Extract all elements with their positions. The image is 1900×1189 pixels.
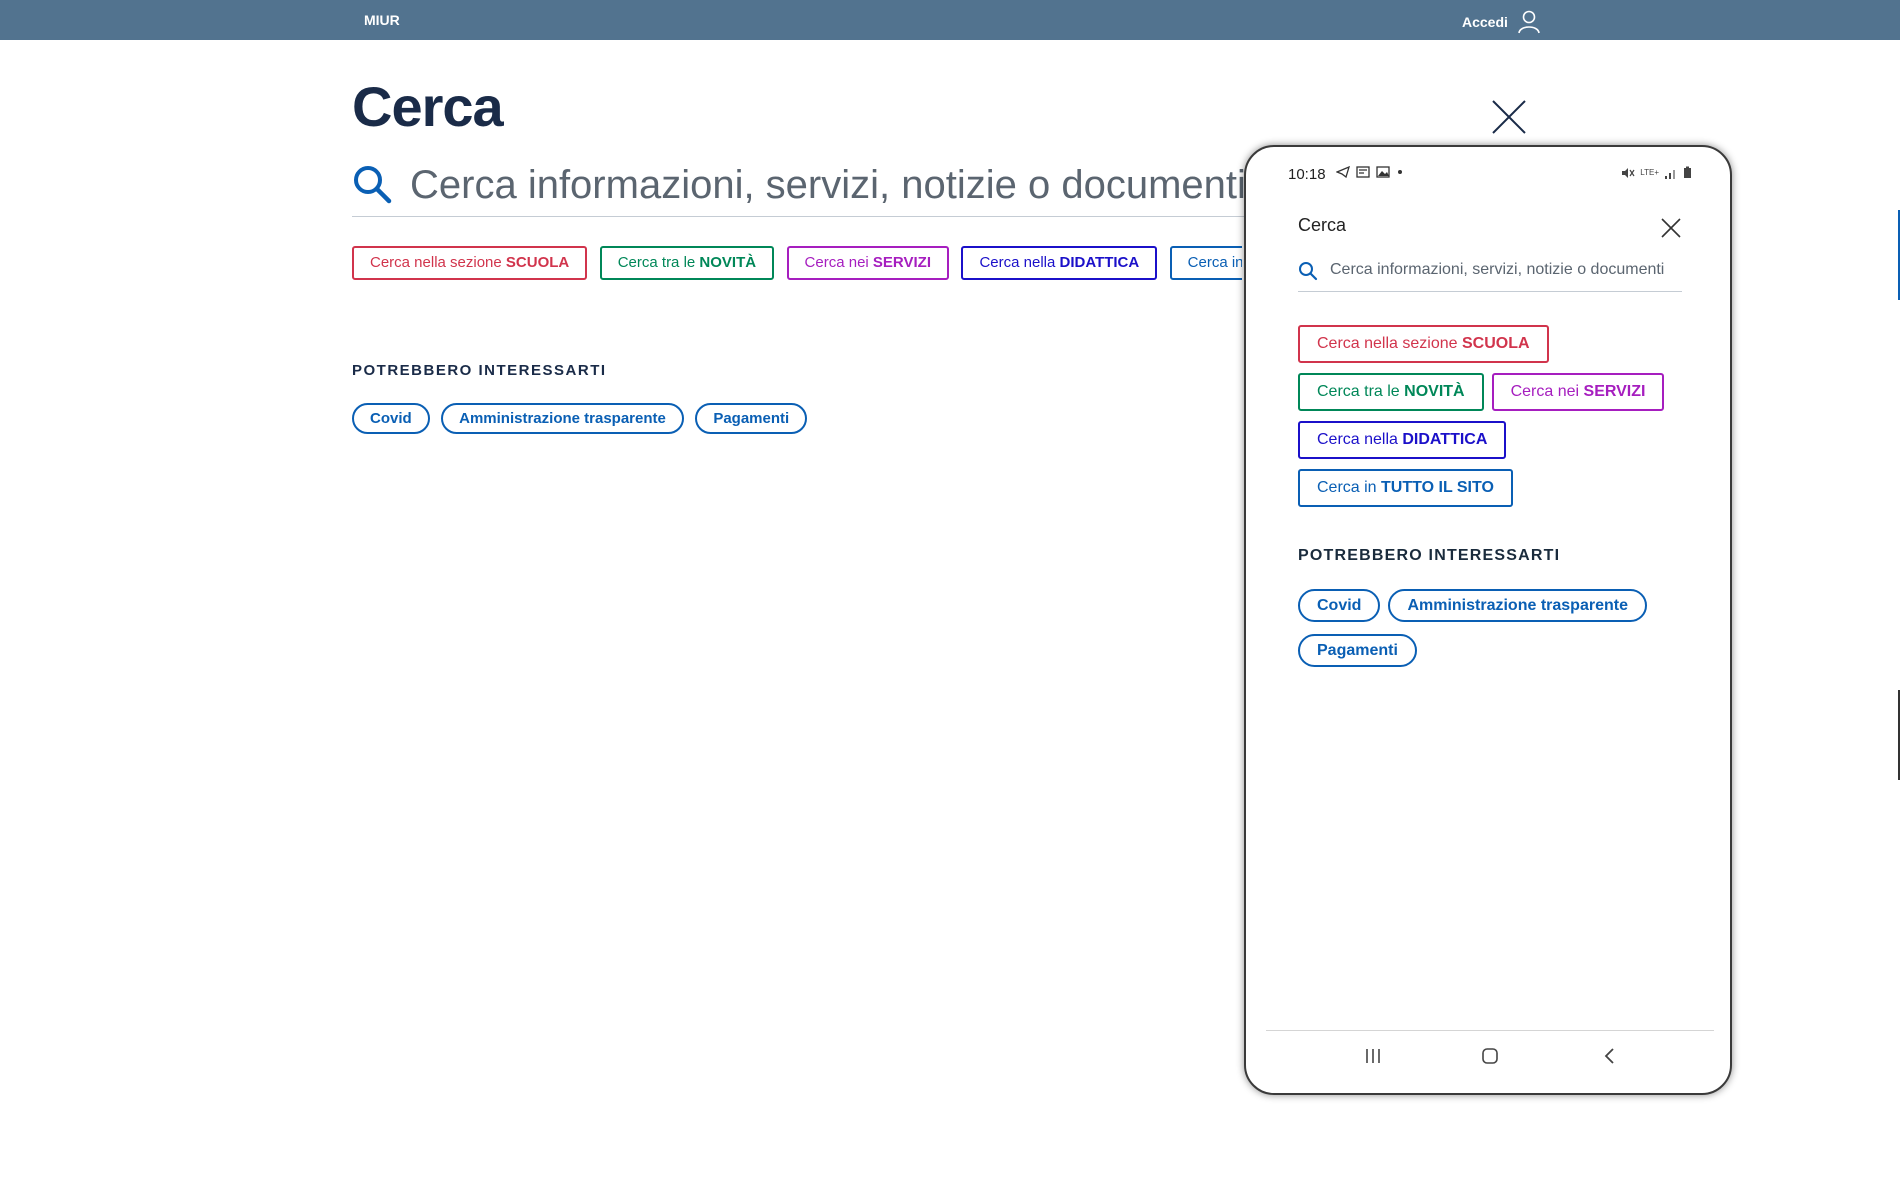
mobile-mockup: 10:18 LTE+ Cerca Cerca nella sezione SCU… [1244,145,1732,1095]
mobile-filter-novita-prefix: Cerca tra le [1317,383,1405,400]
mobile-suggestion-chips: Covid Amministrazione trasparente Pagamen… [1298,589,1682,679]
mobile-filter-tutto-button[interactable]: Cerca in TUTTO IL SITO [1298,469,1513,507]
signal-icon [1665,169,1675,179]
mobile-filter-servizi-prefix: Cerca nei [1510,383,1584,400]
recent-apps-icon[interactable] [1364,1047,1382,1065]
mute-icon [1622,167,1635,178]
search-input[interactable] [410,160,1250,210]
mobile-filter-didattica-label: DIDATTICA [1402,431,1488,448]
telegram-icon [1336,166,1350,178]
mobile-chip-covid[interactable]: Covid [1298,589,1381,622]
mobile-filter-tutto-label: TUTTO IL SITO [1381,479,1494,496]
status-time: 10:18 [1288,166,1326,183]
filter-novita-button[interactable]: Cerca tra le NOVITÀ [599,246,775,280]
filter-scuola-button[interactable]: Cerca nella sezione SCUOLA [352,246,588,280]
status-bar: 10:18 LTE+ [1288,165,1692,187]
mobile-search-bar [1298,253,1682,292]
news-icon [1356,166,1370,178]
filter-tutto-prefix: Cerca in [1187,254,1242,271]
android-nav-bar [1266,1030,1714,1093]
suggestions-heading: POTREBBERO INTERESSARTI [352,362,607,379]
mobile-filter-scuola-button[interactable]: Cerca nella sezione SCUOLA [1298,325,1549,363]
filter-didattica-label: DIDATTICA [1059,254,1140,271]
chip-covid[interactable]: Covid [352,403,430,434]
back-icon[interactable] [1601,1047,1619,1065]
login-button[interactable]: Accedi [1462,10,1540,34]
login-label: Accedi [1462,14,1508,30]
mobile-filter-buttons: Cerca nella sezione SCUOLA Cerca tra le … [1298,325,1682,517]
filter-buttons: Cerca nella sezione SCUOLA Cerca tra le … [352,246,1242,282]
filter-scuola-prefix: Cerca nella sezione [370,254,506,271]
filter-didattica-prefix: Cerca nella [979,254,1060,271]
mobile-chip-amministrazione-trasparente[interactable]: Amministrazione trasparente [1388,589,1647,622]
mobile-filter-novita-label: NOVITÀ [1404,383,1465,400]
top-bar: MIUR Accedi [0,0,1900,40]
filter-novita-label: NOVITÀ [699,254,757,271]
gallery-icon [1376,166,1390,178]
filter-servizi-button[interactable]: Cerca nei SERVIZI [786,246,949,280]
mobile-filter-tutto-prefix: Cerca in [1317,479,1382,496]
suggestion-chips: Covid Amministrazione trasparente Pagame… [352,403,814,434]
page-title: Cerca [352,75,504,138]
user-icon [1518,10,1540,34]
mobile-filter-scuola-prefix: Cerca nella sezione [1317,335,1462,352]
close-icon[interactable] [1660,217,1682,239]
filter-scuola-label: SCUOLA [505,254,570,271]
dot-icon [1398,170,1402,174]
filter-novita-prefix: Cerca tra le [617,254,700,271]
mobile-filter-didattica-button[interactable]: Cerca nella DIDATTICA [1298,421,1507,459]
battery-icon [1684,166,1691,178]
filter-didattica-button[interactable]: Cerca nella DIDATTICA [961,246,1158,280]
close-icon[interactable] [1490,98,1528,136]
mobile-page-title: Cerca [1298,215,1347,235]
search-icon[interactable] [352,164,392,204]
chip-pagamenti[interactable]: Pagamenti [695,403,808,434]
mobile-search-input[interactable] [1330,257,1680,283]
mobile-filter-novita-button[interactable]: Cerca tra le NOVITÀ [1298,373,1484,411]
filter-tutto-button[interactable]: Cerca in TUTTO IL SITO [1169,246,1242,280]
status-system-icons: LTE+ [1621,166,1692,179]
search-bar [352,158,1252,217]
filter-servizi-prefix: Cerca nei [804,254,873,271]
home-icon[interactable] [1481,1047,1499,1065]
mobile-filter-servizi-label: SERVIZI [1583,383,1646,400]
search-icon[interactable] [1298,261,1318,281]
filter-servizi-label: SERVIZI [872,254,931,271]
mobile-chip-pagamenti[interactable]: Pagamenti [1298,634,1417,667]
network-type: LTE+ [1640,168,1659,177]
brand-link[interactable]: MIUR [364,12,400,28]
mobile-filter-scuola-label: SCUOLA [1461,335,1530,352]
mobile-filter-servizi-button[interactable]: Cerca nei SERVIZI [1491,373,1665,411]
mobile-filter-didattica-prefix: Cerca nella [1317,431,1403,448]
chip-amministrazione-trasparente[interactable]: Amministrazione trasparente [441,403,684,434]
mobile-suggestions-heading: POTREBBERO INTERESSARTI [1298,547,1561,564]
status-notification-icons [1336,166,1404,178]
